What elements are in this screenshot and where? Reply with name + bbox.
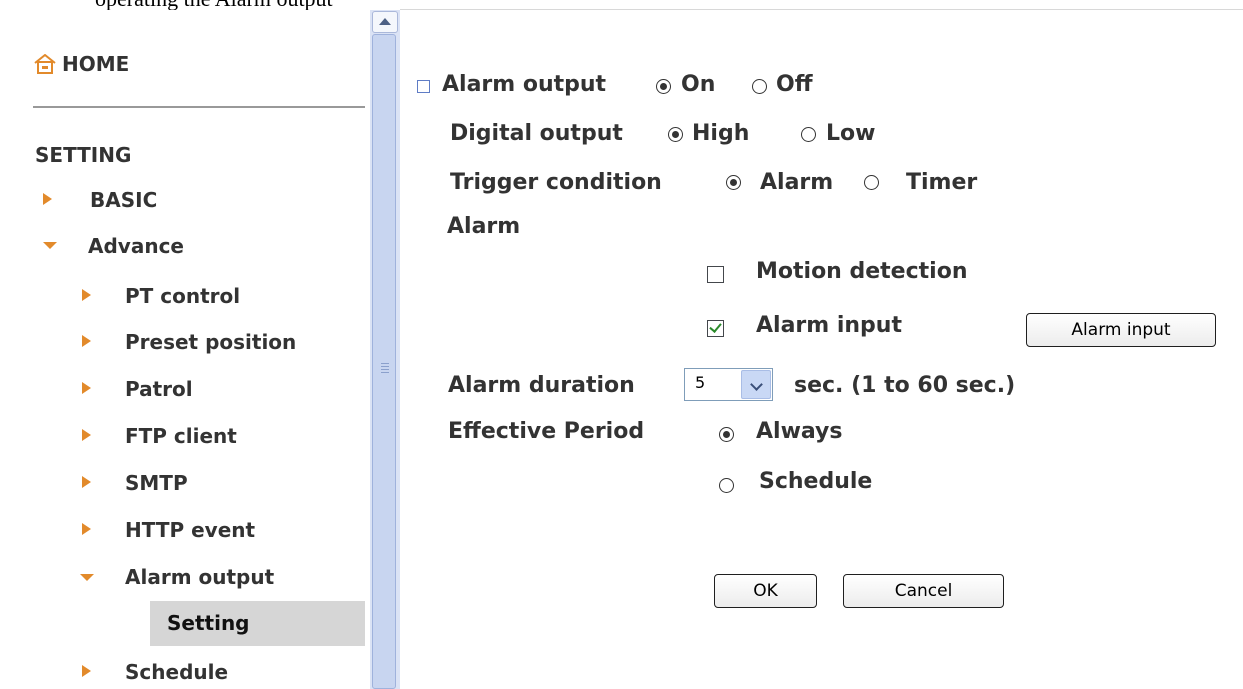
sidebar-item-label: FTP client: [125, 424, 237, 448]
radio-label: Timer: [906, 170, 978, 195]
trigger-alarm-radio[interactable]: [726, 175, 741, 190]
radio-label: On: [681, 72, 716, 97]
trigger-timer-radio[interactable]: [864, 175, 879, 190]
top-divider: [400, 9, 1243, 10]
expand-arrow-icon: [82, 382, 91, 394]
alarm-output-label: Alarm output: [442, 72, 607, 97]
checkbox-label: Alarm input: [756, 313, 902, 338]
digital-output-label: Digital output: [450, 121, 623, 146]
section-bullet-icon: [417, 80, 430, 93]
radio-label: Always: [756, 419, 843, 444]
digital-output-high-radio[interactable]: [668, 127, 683, 142]
sidebar-item-label: Alarm output: [125, 565, 275, 589]
grip-icon: [381, 363, 389, 375]
alarm-duration-select[interactable]: 5: [684, 368, 773, 401]
alarm-input-checkbox[interactable]: [707, 320, 724, 337]
expand-arrow-icon: [82, 335, 91, 347]
effective-period-label: Effective Period: [448, 419, 645, 444]
ok-button[interactable]: OK: [714, 574, 817, 608]
scroll-thumb[interactable]: [372, 34, 396, 689]
alarm-heading: Alarm: [447, 214, 521, 239]
motion-detection-checkbox[interactable]: [707, 266, 724, 283]
home-icon: [34, 54, 56, 74]
section-setting: SETTING: [35, 143, 132, 167]
sidebar-item-label: PT control: [125, 284, 241, 308]
radio-label: Alarm: [760, 170, 834, 195]
effective-schedule-radio[interactable]: [719, 478, 734, 493]
alarm-input-button[interactable]: Alarm input: [1026, 313, 1216, 347]
expand-arrow-icon: [82, 429, 91, 441]
collapse-arrow-icon: [43, 242, 57, 249]
home-link[interactable]: HOME: [34, 52, 129, 76]
sidebar-item-label: Preset position: [125, 330, 297, 354]
sidebar-item-label: Patrol: [125, 377, 193, 401]
expand-arrow-icon: [82, 665, 91, 677]
digital-output-low-radio[interactable]: [801, 127, 816, 142]
radio-label: High: [692, 121, 750, 146]
expand-arrow-icon: [82, 289, 91, 301]
radio-label: Low: [826, 121, 876, 146]
collapse-arrow-icon: [80, 574, 94, 581]
checkbox-label: Motion detection: [756, 259, 968, 284]
sidebar-item-label: Advance: [88, 234, 184, 258]
chevron-down-icon[interactable]: [741, 370, 771, 399]
trigger-condition-label: Trigger condition: [450, 170, 662, 195]
sidebar-divider: [33, 106, 365, 108]
alarm-duration-suffix: sec. (1 to 60 sec.): [794, 373, 1016, 398]
alarm-duration-label: Alarm duration: [448, 373, 635, 398]
sidebar-item-label: BASIC: [90, 188, 158, 212]
sidebar-item-label: HTTP event: [125, 518, 256, 542]
alarm-output-off-radio[interactable]: [752, 79, 767, 94]
sidebar-nav: HOME SETTING BASIC Advance PT control Pr…: [0, 10, 370, 689]
effective-always-radio[interactable]: [719, 427, 734, 442]
cancel-button[interactable]: Cancel: [843, 574, 1004, 608]
sidebar-scrollbar[interactable]: [370, 10, 400, 689]
home-label: HOME: [62, 52, 130, 76]
radio-label: Off: [776, 72, 813, 97]
expand-arrow-icon: [43, 193, 52, 205]
scroll-up-arrow-icon[interactable]: [372, 11, 398, 33]
alarm-output-on-radio[interactable]: [656, 79, 671, 94]
expand-arrow-icon: [82, 523, 91, 535]
sidebar-item-label: SMTP: [125, 471, 188, 495]
expand-arrow-icon: [82, 476, 91, 488]
sidebar-item-label: Setting: [167, 611, 250, 635]
radio-label: Schedule: [759, 469, 873, 494]
select-value: 5: [695, 373, 706, 392]
sidebar-item-label: Schedule: [125, 660, 229, 684]
